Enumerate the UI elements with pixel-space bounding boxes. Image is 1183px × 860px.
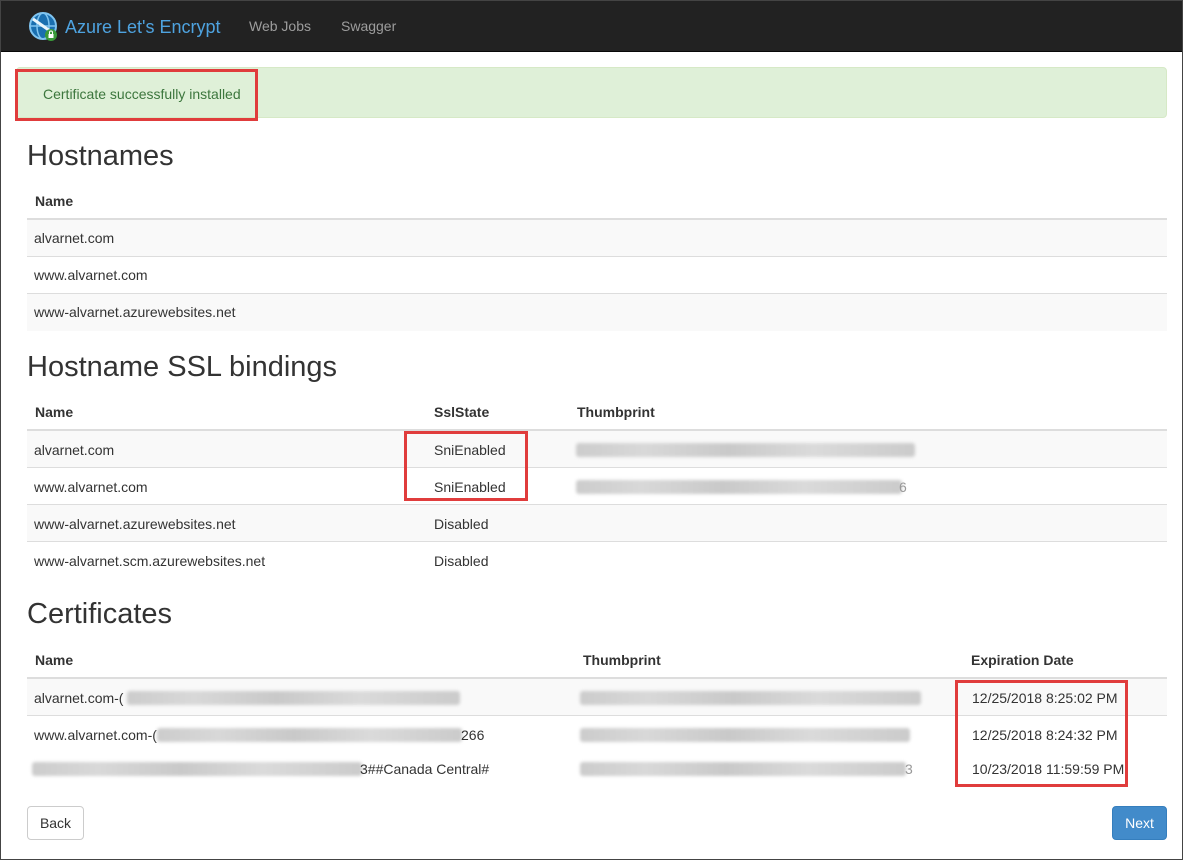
table-row: 3##Canada Central# 3 10/23/2018 11:59:59… — [27, 751, 1167, 788]
brand-title: Azure Let's Encrypt — [65, 16, 221, 37]
back-button[interactable]: Back — [27, 806, 84, 840]
hostname-cell: www.alvarnet.com — [34, 267, 148, 283]
alert-message: Certificate successfully installed — [43, 86, 241, 102]
hostnames-col-name: Name — [35, 193, 74, 209]
cert-name-suffix: 3##Canada Central# — [360, 761, 490, 777]
cert-col-thumbprint: Thumbprint — [583, 652, 661, 668]
cert-name-suffix: 266 — [461, 727, 485, 743]
ssl-col-state: SslState — [434, 404, 490, 420]
hostname-cell: alvarnet.com — [34, 230, 115, 246]
cert-col-name: Name — [35, 652, 74, 668]
redacted-cert-name — [32, 762, 362, 776]
table-row: alvarnet.com-( 12/25/2018 8:25:02 PM — [27, 679, 1167, 716]
cert-name-prefix: alvarnet.com-( — [34, 690, 124, 706]
top-navbar: Azure Let's Encrypt Web Jobs Swagger — [1, 1, 1182, 52]
table-row: www-alvarnet.scm.azurewebsites.net Disab… — [27, 542, 1167, 579]
ssl-col-thumbprint: Thumbprint — [577, 404, 655, 420]
table-row: www-alvarnet.azurewebsites.net Disabled — [27, 505, 1167, 542]
redacted-cert-name — [157, 728, 462, 742]
cert-name-prefix: www.alvarnet.com-( — [34, 727, 157, 743]
redacted-thumbprint — [580, 691, 921, 705]
binding-name-cell: www.alvarnet.com — [34, 479, 148, 495]
binding-state-cell: SniEnabled — [434, 479, 506, 495]
redacted-thumbprint — [576, 480, 902, 494]
certificates-heading: Certificates — [27, 598, 173, 630]
binding-name-cell: www-alvarnet.azurewebsites.net — [34, 516, 236, 532]
binding-name-cell: www-alvarnet.scm.azurewebsites.net — [34, 553, 266, 569]
table-row: alvarnet.com — [27, 220, 1167, 257]
table-row: www.alvarnet.com-( 266 12/25/2018 8:24:3… — [27, 716, 1167, 753]
table-row: www-alvarnet.azurewebsites.net — [27, 294, 1167, 331]
globe-shield-icon — [29, 12, 57, 41]
binding-state-cell: Disabled — [434, 553, 489, 569]
next-button[interactable]: Next — [1112, 806, 1167, 840]
ssl-col-name: Name — [35, 404, 74, 420]
binding-state-cell: Disabled — [434, 516, 489, 532]
thumbprint-tail: 3 — [905, 761, 913, 777]
binding-name-cell: alvarnet.com — [34, 442, 115, 458]
hostnames-heading: Hostnames — [27, 140, 174, 172]
redacted-thumbprint — [580, 728, 910, 742]
hostname-cell: www-alvarnet.azurewebsites.net — [34, 304, 236, 320]
redacted-thumbprint — [576, 443, 915, 457]
success-alert: Certificate successfully installed — [16, 67, 1167, 118]
thumbprint-tail: 6 — [899, 479, 907, 495]
cert-expiration-cell: 10/23/2018 11:59:59 PM — [972, 761, 1125, 777]
nav-swagger[interactable]: Swagger — [341, 18, 396, 34]
binding-state-cell: SniEnabled — [434, 442, 506, 458]
cert-expiration-cell: 12/25/2018 8:25:02 PM — [972, 690, 1118, 706]
table-row: www.alvarnet.com — [27, 257, 1167, 294]
table-row: www.alvarnet.com SniEnabled 6 — [27, 468, 1167, 505]
cert-col-expiration: Expiration Date — [971, 652, 1074, 668]
brand-link[interactable]: Azure Let's Encrypt — [27, 10, 221, 44]
ssl-bindings-heading: Hostname SSL bindings — [27, 351, 338, 383]
table-row: alvarnet.com SniEnabled — [27, 431, 1167, 468]
nav-web-jobs[interactable]: Web Jobs — [249, 18, 311, 34]
redacted-thumbprint — [580, 762, 906, 776]
redacted-cert-name — [127, 691, 460, 705]
cert-expiration-cell: 12/25/2018 8:24:32 PM — [972, 727, 1118, 743]
